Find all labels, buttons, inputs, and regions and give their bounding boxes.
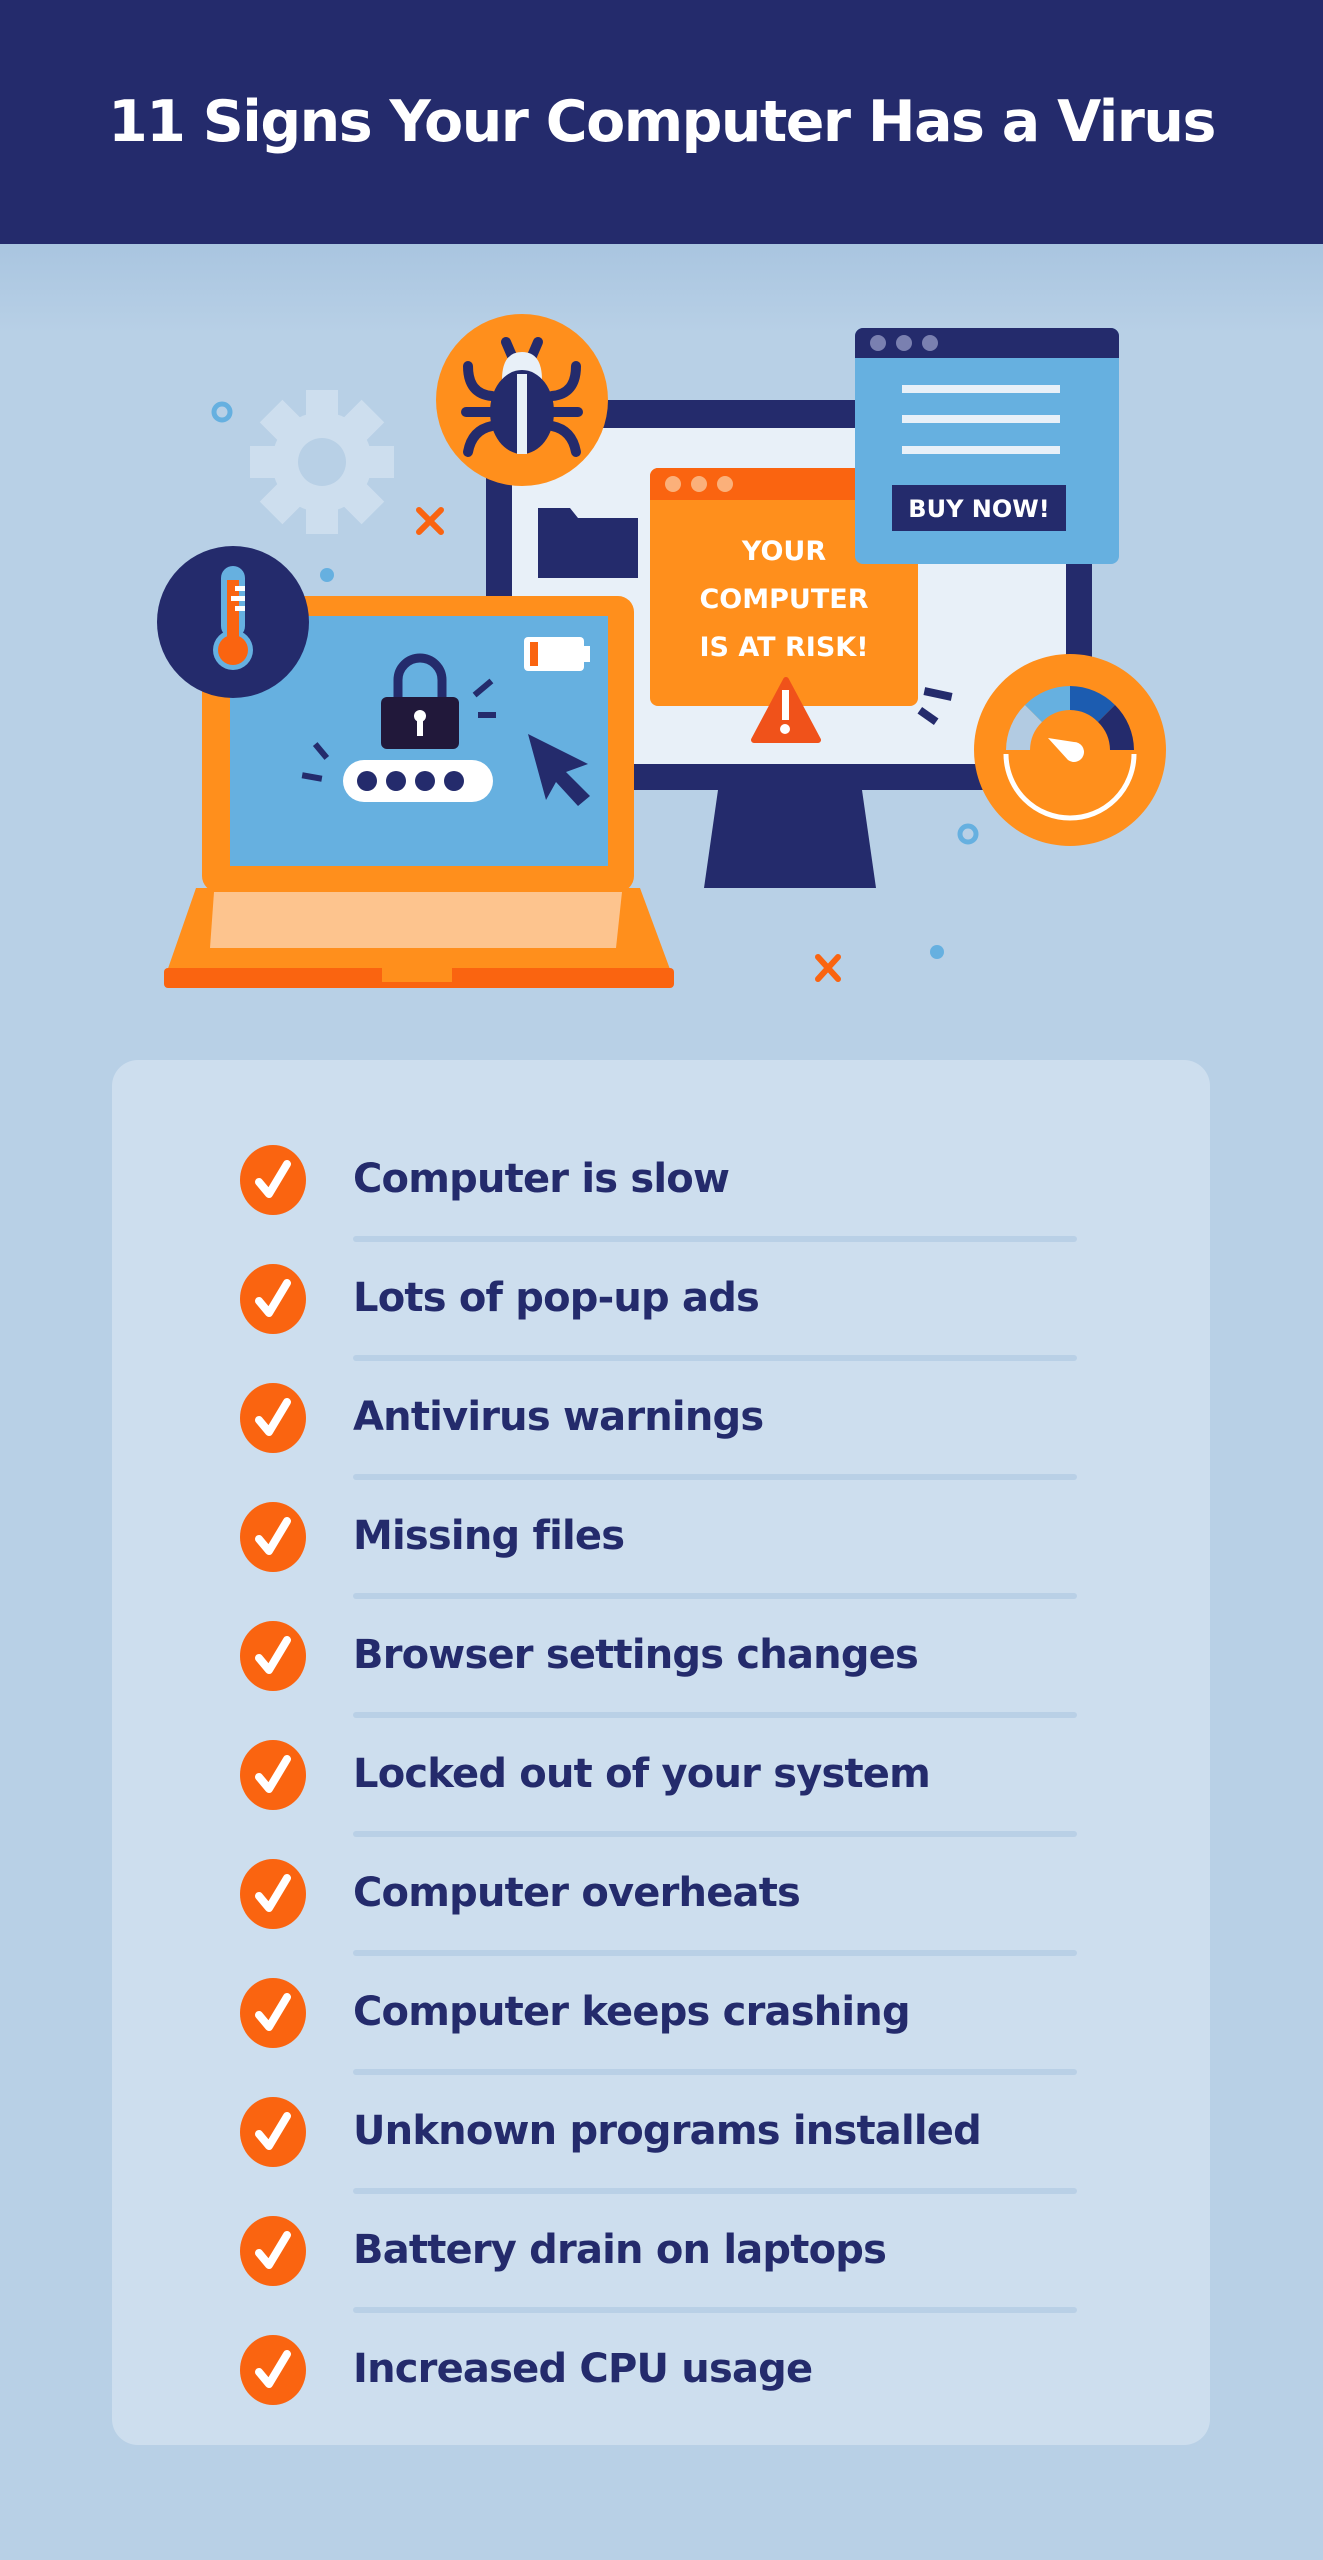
- checklist-item: Missing files: [112, 1477, 1210, 1599]
- checklist-item-label: Locked out of your system: [353, 1751, 931, 1797]
- checklist-item-label: Computer overheats: [353, 1870, 801, 1916]
- checklist-item: Browser settings changes: [112, 1596, 1210, 1718]
- checklist-item: Increased CPU usage: [112, 2310, 1210, 2429]
- dot-icon: [930, 945, 944, 959]
- ad-popup: BUY NOW!: [855, 328, 1119, 564]
- checklist-panel: Computer is slow Lots of pop-up ads Anti…: [112, 1060, 1210, 2445]
- checkmark-icon: [240, 2097, 306, 2167]
- checklist-item: Computer overheats: [112, 1834, 1210, 1956]
- checkmark-icon: [240, 1502, 306, 1572]
- checklist-item-label: Lots of pop-up ads: [353, 1275, 760, 1321]
- alert-line-2: COMPUTER: [699, 584, 868, 615]
- checkmark-icon: [240, 1145, 306, 1215]
- checklist-item: Lots of pop-up ads: [112, 1239, 1210, 1361]
- checkmark-icon: [240, 2216, 306, 2286]
- checklist-item: Computer is slow: [112, 1120, 1210, 1242]
- checklist-item: Unknown programs installed: [112, 2072, 1210, 2194]
- dot-icon: [320, 568, 334, 582]
- checklist-item: Locked out of your system: [112, 1715, 1210, 1837]
- checkmark-icon: [240, 1978, 306, 2048]
- gear-icon: [250, 390, 394, 534]
- folder-icon: [538, 508, 638, 578]
- checkmark-icon: [240, 1859, 306, 1929]
- checkmark-icon: [240, 1264, 306, 1334]
- checklist-item-label: Increased CPU usage: [353, 2346, 813, 2392]
- gauge-icon: [974, 654, 1166, 846]
- checkmark-icon: [240, 1621, 306, 1691]
- checklist-item-label: Computer is slow: [353, 1156, 730, 1202]
- hero-illustration: YOUR COMPUTER IS AT RISK! BUY NOW!: [157, 314, 1166, 988]
- checklist-item-label: Missing files: [353, 1513, 625, 1559]
- checkmark-icon: [240, 1740, 306, 1810]
- alert-line-3: IS AT RISK!: [699, 632, 868, 663]
- checklist-item: Antivirus warnings: [112, 1358, 1210, 1480]
- header-banner: 11 Signs Your Computer Has a Virus: [0, 0, 1323, 244]
- checklist-item-label: Computer keeps crashing: [353, 1989, 911, 2035]
- checklist-item-label: Antivirus warnings: [353, 1394, 764, 1440]
- checklist-item: Computer keeps crashing: [112, 1953, 1210, 2075]
- ring-dot-icon: [211, 401, 233, 423]
- checklist-item-label: Battery drain on laptops: [353, 2227, 887, 2273]
- checklist-item: Battery drain on laptops: [112, 2191, 1210, 2313]
- page-title: 11 Signs Your Computer Has a Virus: [108, 89, 1216, 155]
- alert-line-1: YOUR: [741, 536, 826, 567]
- checkmark-icon: [240, 1383, 306, 1453]
- low-battery-icon: [524, 637, 590, 671]
- thermometer-icon: [157, 546, 309, 698]
- checklist-item-label: Unknown programs installed: [353, 2108, 982, 2154]
- buy-now-label: BUY NOW!: [908, 495, 1049, 523]
- ring-dot-icon: [957, 823, 979, 845]
- bug-icon: [436, 314, 608, 486]
- checklist-item-label: Browser settings changes: [353, 1632, 919, 1678]
- checkmark-icon: [240, 2335, 306, 2405]
